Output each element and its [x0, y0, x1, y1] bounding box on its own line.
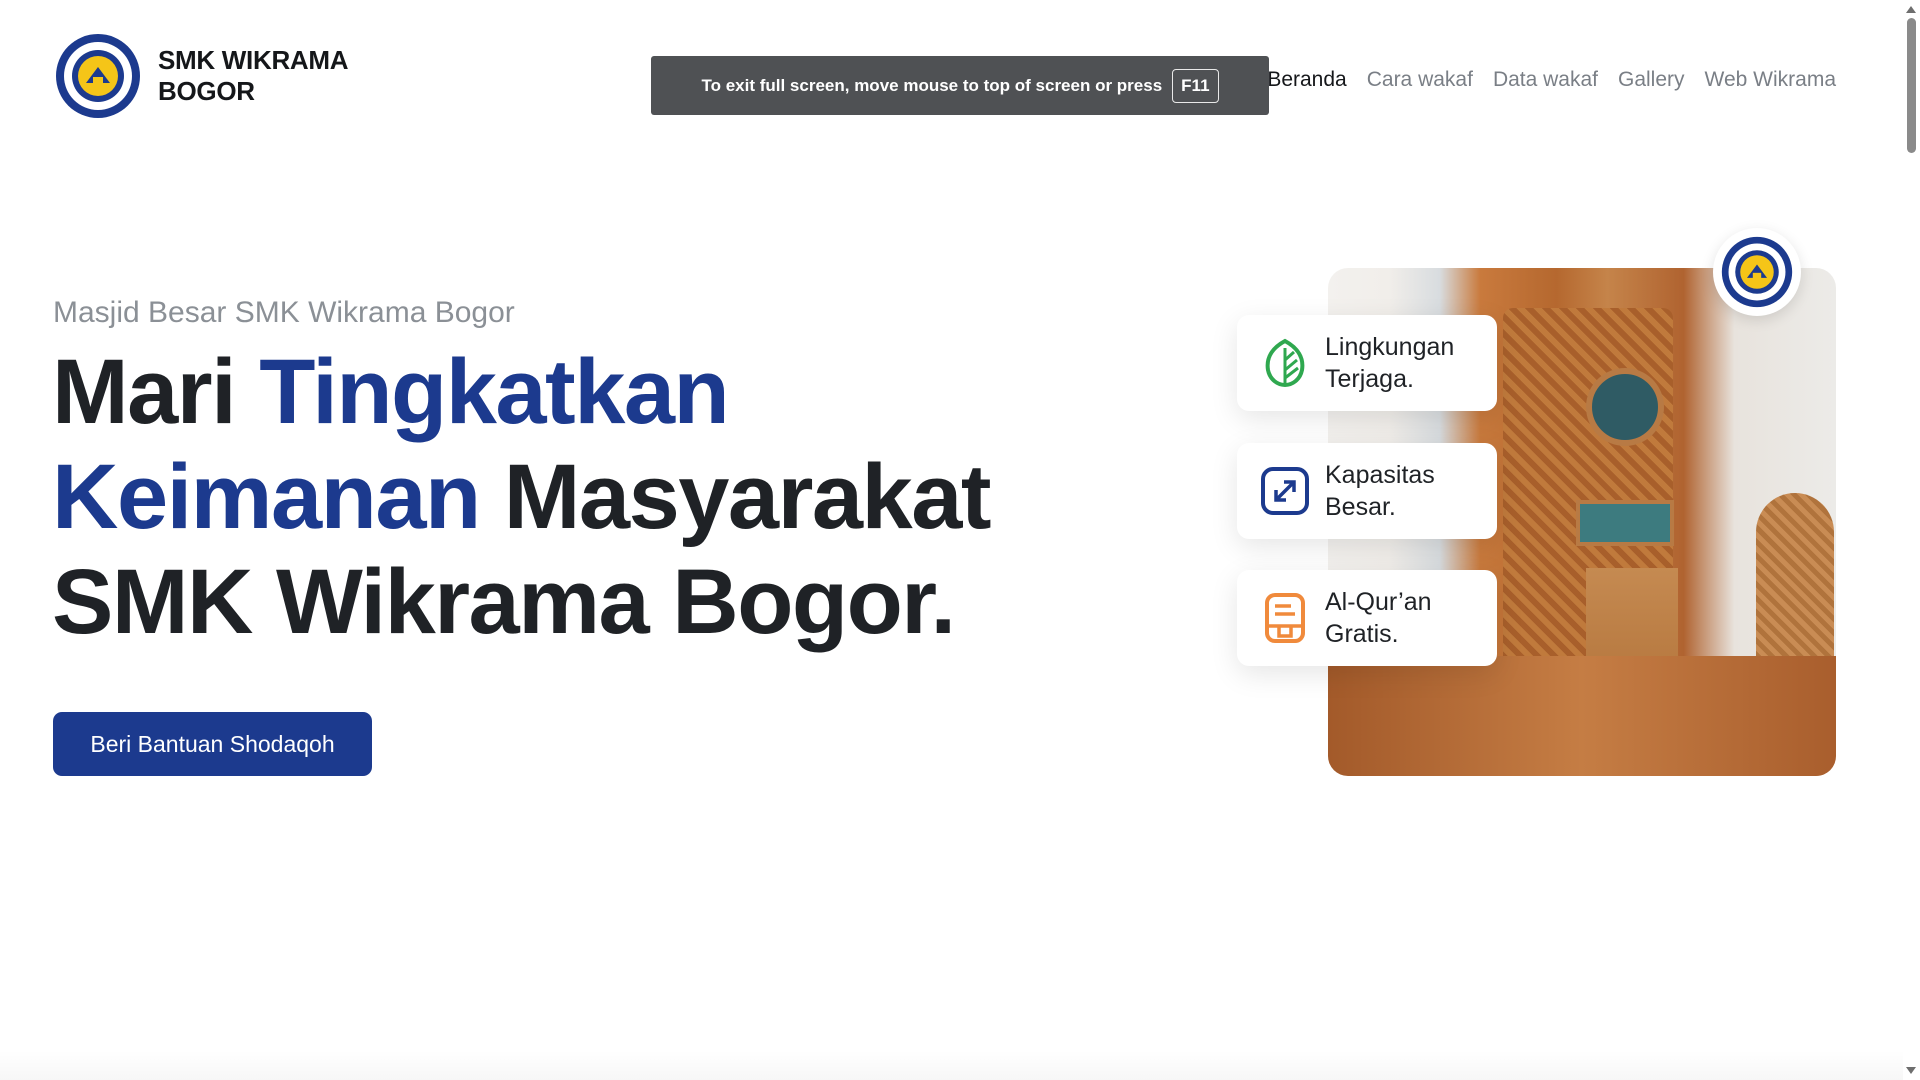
- headline-accent-2: Keimanan: [52, 446, 481, 548]
- book-icon: [1259, 592, 1311, 644]
- photo-floor: [1328, 656, 1836, 776]
- scroll-up-arrow-icon[interactable]: [1906, 6, 1916, 13]
- feature-label: Lingkungan Terjaga.: [1325, 331, 1454, 395]
- feature-line-2: Gratis.: [1325, 620, 1399, 648]
- headline-part-1: Mari: [52, 341, 260, 443]
- nav-data-wakaf[interactable]: Data wakaf: [1493, 68, 1598, 92]
- nav-gallery[interactable]: Gallery: [1618, 68, 1685, 92]
- nav-beranda[interactable]: Beranda: [1267, 68, 1346, 92]
- brand-line-1: SMK WIKRAMA: [158, 45, 349, 75]
- feature-line-1: Kapasitas: [1325, 461, 1435, 489]
- main-nav: Beranda Cara wakaf Data wakaf Gallery We…: [1247, 68, 1836, 92]
- toast-key: F11: [1172, 68, 1219, 103]
- feature-line-1: Lingkungan: [1325, 333, 1455, 361]
- feature-card-alquran: Al-Qur’an Gratis.: [1237, 570, 1497, 666]
- feature-line-2: Besar.: [1325, 493, 1396, 521]
- page-scrollbar[interactable]: [1903, 0, 1920, 1080]
- feature-line-1: Al-Qur’an: [1325, 588, 1432, 616]
- school-logo-icon: [1721, 236, 1793, 308]
- feature-card-kapasitas: Kapasitas Besar.: [1237, 443, 1497, 539]
- nav-cara-wakaf[interactable]: Cara wakaf: [1367, 68, 1473, 92]
- fullscreen-toast: To exit full screen, move mouse to top o…: [651, 56, 1269, 115]
- leaf-icon: [1259, 337, 1311, 389]
- photo-calligraphy-panel: [1576, 500, 1674, 546]
- donate-button[interactable]: Beri Bantuan Shodaqoh: [53, 712, 372, 776]
- brand-line-2: BOGOR: [158, 76, 255, 106]
- headline-accent-1: Tingkatkan: [259, 341, 730, 443]
- brand-name: SMK WIKRAMA BOGOR: [158, 45, 349, 107]
- school-logo-icon: [56, 34, 140, 118]
- headline-part-5: SMK Wikrama Bogor.: [52, 551, 956, 653]
- toast-text: To exit full screen, move mouse to top o…: [701, 75, 1163, 95]
- photo-logo-badge: [1713, 228, 1801, 316]
- scrollbar-thumb[interactable]: [1907, 18, 1916, 153]
- bottom-fade: [0, 1050, 1903, 1080]
- expand-icon: [1259, 465, 1311, 517]
- feature-label: Kapasitas Besar.: [1325, 459, 1435, 523]
- feature-card-lingkungan: Lingkungan Terjaga.: [1237, 315, 1497, 411]
- headline-part-4: Masyarakat: [479, 446, 992, 548]
- scroll-down-arrow-icon[interactable]: [1906, 1067, 1916, 1074]
- brand[interactable]: SMK WIKRAMA BOGOR: [55, 33, 349, 119]
- feature-label: Al-Qur’an Gratis.: [1325, 586, 1432, 650]
- hero-subtitle: Masjid Besar SMK Wikrama Bogor: [53, 296, 515, 329]
- nav-web-wikrama[interactable]: Web Wikrama: [1705, 68, 1836, 92]
- hero-headline: Mari Tingkatkan Keimanan Masyarakat SMK …: [52, 340, 1052, 655]
- photo-medallion: [1586, 368, 1664, 446]
- feature-line-2: Terjaga.: [1325, 365, 1414, 393]
